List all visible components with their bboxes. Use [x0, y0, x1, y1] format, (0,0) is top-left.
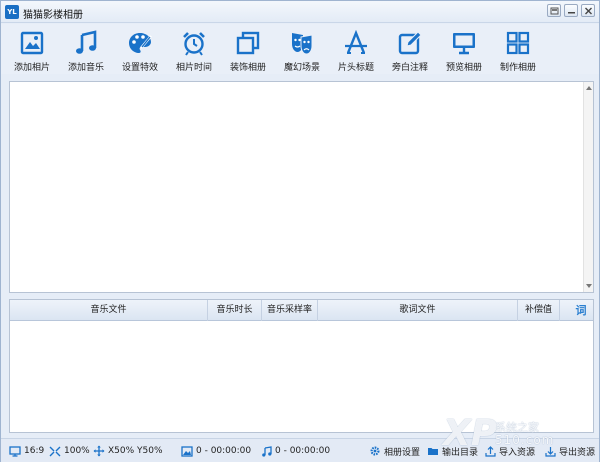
magic-scene-button[interactable]: 魔幻场景	[275, 28, 329, 73]
scroll-up-icon[interactable]	[586, 86, 592, 90]
zoom-icon	[49, 446, 61, 456]
column-sample-rate[interactable]: 音乐采样率	[262, 300, 318, 321]
move-icon	[93, 445, 105, 457]
alarm-clock-icon	[183, 32, 205, 56]
import-icon	[485, 445, 496, 457]
photo-list-scrollbar[interactable]	[583, 82, 593, 292]
palette-icon	[129, 33, 152, 53]
lyric-button[interactable]: 词	[573, 303, 589, 318]
add-photo-button[interactable]: 添加相片	[5, 28, 59, 73]
set-effects-button[interactable]: 设置特效	[113, 28, 167, 73]
edit-note-icon	[398, 31, 422, 55]
music-table: 音乐文件 音乐时长 音乐采样率 歌词文件 补偿值 词	[9, 299, 594, 433]
main-toolbar: 添加相片 添加音乐 设置特效 相片时间 装饰相册 魔幻场景 片头标题 旁白注释 …	[1, 24, 599, 74]
export-icon	[545, 446, 556, 457]
scroll-down-icon[interactable]	[586, 284, 592, 288]
music-note-icon	[76, 30, 97, 54]
column-offset[interactable]: 补偿值	[518, 300, 560, 321]
minimize-button[interactable]	[564, 4, 578, 17]
music-icon	[262, 445, 272, 457]
close-icon	[585, 7, 592, 15]
minimize-icon	[568, 12, 575, 14]
window-title: 猫猫影楼相册	[23, 10, 83, 21]
status-bar: 16:9 100% X50% Y50% 0 - 00:00:00 0 - 00:…	[1, 438, 599, 462]
screen-icon	[9, 445, 21, 457]
column-lyric-file[interactable]: 歌词文件	[318, 300, 518, 321]
import-button[interactable]: 导入资源	[485, 445, 535, 458]
photo-time-button[interactable]: 相片时间	[167, 28, 221, 73]
image-icon	[20, 31, 44, 55]
folder-icon	[428, 448, 438, 455]
title-a-icon	[345, 30, 367, 54]
output-dir-button[interactable]: 输出目录	[427, 445, 478, 458]
monitor-icon	[453, 33, 475, 55]
position-readout[interactable]: X50% Y50%	[93, 445, 163, 457]
album-settings-button[interactable]: 相册设置	[369, 445, 420, 458]
column-music-duration[interactable]: 音乐时长	[208, 300, 262, 321]
gear-icon	[370, 446, 380, 456]
skin-button[interactable]	[547, 4, 561, 17]
add-music-button[interactable]: 添加音乐	[59, 28, 113, 73]
photo-summary: 0 - 00:00:00	[181, 445, 251, 457]
app-window: YL 猫猫影楼相册 添加相片 添加音乐 设置特效 相片时间 装饰相册 魔幻场景 …	[0, 0, 600, 462]
photo-icon	[181, 445, 193, 457]
skin-icon	[550, 7, 559, 15]
photo-list-panel[interactable]	[9, 81, 594, 293]
export-button[interactable]: 导出资源	[545, 445, 595, 458]
music-summary: 0 - 00:00:00	[261, 445, 330, 457]
preview-album-button[interactable]: 预览相册	[437, 28, 491, 73]
zoom-level[interactable]: 100%	[49, 445, 90, 457]
app-logo: YL	[5, 5, 19, 19]
column-music-file[interactable]: 音乐文件	[10, 300, 208, 321]
narration-note-button[interactable]: 旁白注释	[383, 28, 437, 73]
layers-icon	[236, 31, 260, 55]
decorate-album-button[interactable]: 装饰相册	[221, 28, 275, 73]
title-bar: YL 猫猫影楼相册	[1, 1, 599, 23]
grid-icon	[506, 31, 530, 55]
music-table-header: 音乐文件 音乐时长 音乐采样率 歌词文件 补偿值 词	[10, 300, 593, 321]
window-controls	[547, 4, 595, 17]
mask-icon	[292, 33, 313, 55]
close-button[interactable]	[581, 4, 595, 17]
aspect-ratio[interactable]: 16:9	[9, 445, 44, 457]
title-intro-button[interactable]: 片头标题	[329, 28, 383, 73]
make-album-button[interactable]: 制作相册	[491, 28, 545, 73]
